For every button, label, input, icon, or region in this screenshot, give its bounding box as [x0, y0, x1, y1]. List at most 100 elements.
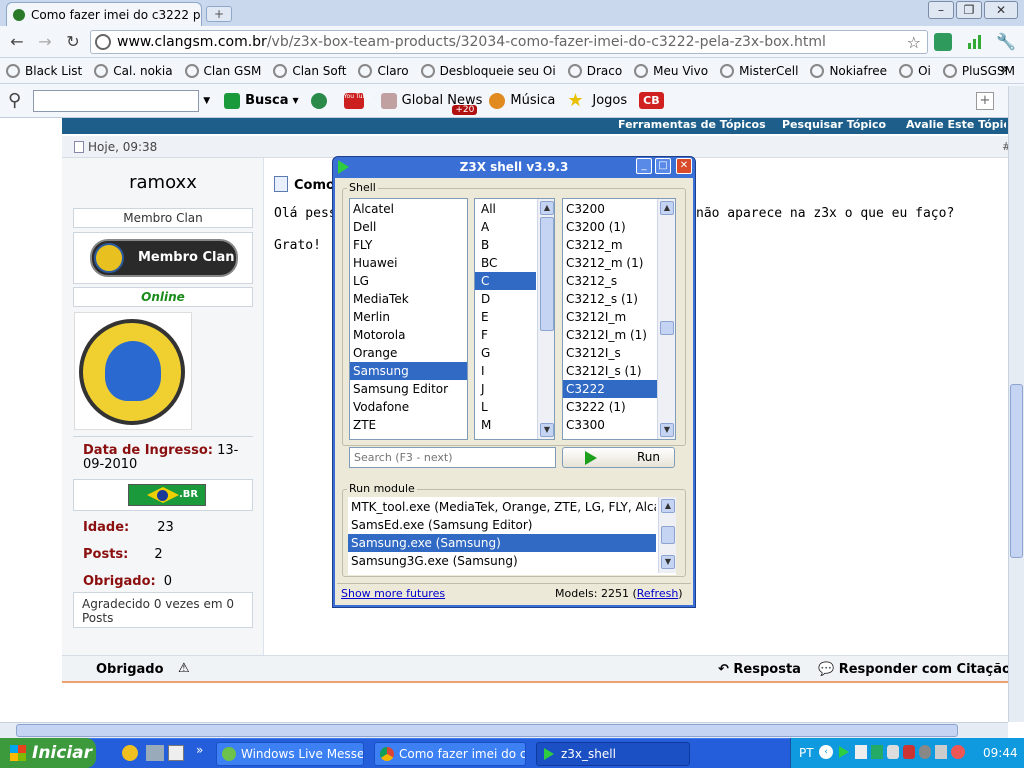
letter-list-item[interactable]: E [475, 308, 536, 326]
dialog-close-icon[interactable]: ✕ [676, 158, 692, 174]
scroll-down-icon[interactable]: ▼ [661, 555, 675, 569]
model-list[interactable]: C3200 C3200 (1) C3212_m C3212_m (1) C3212_s C… [562, 198, 676, 440]
module-scroll-thumb[interactable] [661, 526, 675, 544]
letter-list-item[interactable]: A [475, 218, 536, 236]
module-list[interactable]: MTK_tool.exe (MediaTek, Orange, ZTE, LG,… [348, 497, 676, 575]
brand-list-item[interactable]: ZTE [350, 416, 467, 434]
bookmarks-more[interactable]: » [1000, 62, 1008, 77]
model-list-item[interactable]: C3212I_s (1) [563, 362, 657, 380]
quicklaunch-more[interactable]: » [196, 743, 203, 757]
letter-list-item[interactable]: L [475, 398, 536, 416]
thanks-button[interactable]: Obrigado [96, 662, 164, 677]
search-thread-link[interactable]: Pesquisar Tópico [782, 118, 886, 131]
desktop-quicklaunch-icon[interactable] [146, 745, 164, 761]
model-scroll-thumb[interactable] [660, 321, 674, 335]
cb-button[interactable]: CB [639, 92, 664, 109]
model-list-item[interactable]: C3212_s (1) [563, 290, 657, 308]
letter-list-item[interactable]: I [475, 362, 536, 380]
module-list-item[interactable]: SamsEd.exe (Samsung Editor) [348, 516, 656, 534]
brand-list-item[interactable]: Orange [350, 344, 467, 362]
minimize-icon[interactable]: – [928, 1, 954, 19]
letter-list-item[interactable]: M [475, 416, 536, 434]
page-horizontal-scrollbar[interactable] [0, 722, 1008, 738]
close-icon[interactable]: ✕ [984, 1, 1018, 19]
dialog-maximize-icon[interactable]: □ [655, 158, 671, 174]
scroll-up-icon[interactable]: ▲ [540, 201, 554, 215]
quote-reply-button[interactable]: 💬 Responder com Citação [818, 662, 1011, 677]
brand-list-item[interactable]: MediaTek [350, 290, 467, 308]
letter-scrollbar[interactable]: ▲ ▼ [537, 199, 554, 439]
model-list-item[interactable]: C3200 (1) [563, 218, 657, 236]
module-list-item[interactable]: Samsung.exe (Samsung) [348, 534, 656, 552]
model-list-item[interactable]: C3212I_m (1) [563, 326, 657, 344]
model-list-item[interactable]: C3212I_s [563, 344, 657, 362]
module-scrollbar[interactable]: ▲ ▼ [658, 497, 676, 573]
avatar[interactable] [74, 312, 192, 430]
letter-list-item[interactable]: F [475, 326, 536, 344]
notepad-quicklaunch-icon[interactable] [168, 745, 184, 761]
bookmark-item[interactable]: Oi [899, 63, 931, 78]
username[interactable]: ramoxx [73, 172, 253, 193]
scroll-down-icon[interactable]: ▼ [660, 423, 674, 437]
bookmark-item[interactable]: Nokiafree [810, 63, 887, 78]
signal-icon[interactable] [966, 33, 984, 51]
forward-icon[interactable]: → [34, 32, 56, 52]
extension-icon[interactable] [934, 33, 952, 51]
bookmark-item[interactable]: Draco [567, 63, 622, 78]
page-vertical-scrollbar[interactable] [1008, 86, 1024, 722]
global-news-button[interactable]: Global News +20 [380, 87, 482, 115]
rate-thread-link[interactable]: Avalie Este Tópico [906, 118, 1006, 131]
busca-button[interactable]: Busca ▼ [224, 92, 299, 109]
h-scroll-thumb[interactable] [16, 724, 958, 737]
letter-list-item[interactable]: J [475, 380, 536, 398]
taskbar-item-messenger[interactable]: Windows Live Messen... [216, 742, 364, 766]
tray-network-icon[interactable] [855, 745, 867, 759]
model-search-input[interactable] [349, 447, 556, 468]
model-list-item[interactable]: C3300 [563, 416, 657, 434]
scroll-thumb[interactable] [1010, 384, 1023, 558]
dialog-minimize-icon[interactable]: _ [636, 158, 652, 174]
back-icon[interactable]: ← [6, 32, 28, 52]
taskbar-item-z3x[interactable]: z3x_shell [536, 742, 690, 766]
brand-list-item[interactable]: Samsung [350, 362, 467, 380]
add-icon[interactable]: + [976, 92, 994, 110]
brand-list-item[interactable]: Alcatel [350, 200, 467, 218]
brand-list-item[interactable]: Vodafone [350, 398, 467, 416]
letter-list-item[interactable]: B [475, 236, 536, 254]
refresh-link[interactable]: Refresh [637, 587, 679, 600]
bookmark-item[interactable]: Cal. nokia [94, 63, 173, 78]
model-list-item[interactable]: C3212I_m [563, 308, 657, 326]
maximize-icon[interactable]: ❐ [956, 1, 982, 19]
tray-display-icon[interactable] [935, 745, 947, 759]
tray-z3x-icon[interactable] [839, 746, 849, 758]
brand-list-item[interactable]: Motorola [350, 326, 467, 344]
toolbar-search-input[interactable] [33, 89, 200, 112]
new-tab-button[interactable]: + [206, 6, 232, 22]
model-list-item[interactable]: C3212_s [563, 272, 657, 290]
browser-tab[interactable]: Como fazer imei do c3222 pela z [6, 2, 202, 26]
tray-shield-icon[interactable] [903, 745, 915, 759]
letter-list-item[interactable]: G [475, 344, 536, 362]
jogos-button[interactable]: ★ Jogos [567, 91, 627, 109]
brand-list-item[interactable]: Samsung Editor [350, 380, 467, 398]
tray-messenger-icon[interactable] [871, 745, 883, 759]
brand-list-item[interactable]: FLY [350, 236, 467, 254]
bookmark-item[interactable]: Claro [358, 63, 409, 78]
bookmark-item[interactable]: Meu Vivo [634, 63, 708, 78]
brand-list-item[interactable]: LG [350, 272, 467, 290]
youtube-button[interactable]: You Tube [343, 92, 370, 109]
brand-list[interactable]: Alcatel Dell FLY Huawei LG MediaTek Merlin Moto… [349, 198, 468, 440]
letter-list-item[interactable]: BC [475, 254, 536, 272]
scroll-up-icon[interactable]: ▲ [661, 499, 675, 513]
thread-tools-link[interactable]: Ferramentas de Tópicos [618, 118, 766, 131]
bookmark-item[interactable]: Clan Soft [273, 63, 346, 78]
model-list-item[interactable]: C3200 [563, 200, 657, 218]
tray-expand-icon[interactable]: ‹ [819, 745, 833, 759]
bookmark-item[interactable]: Black List [6, 63, 82, 78]
bookmark-item[interactable]: Desbloqueie seu Oi [420, 63, 556, 78]
show-more-link[interactable]: Show more futures [341, 587, 445, 600]
letter-scroll-thumb[interactable] [540, 217, 554, 331]
warning-icon[interactable]: ⚠ [178, 661, 190, 676]
reply-button[interactable]: ↶ Resposta [718, 662, 801, 677]
module-list-item[interactable]: Samsung3G.exe (Samsung) [348, 552, 656, 570]
